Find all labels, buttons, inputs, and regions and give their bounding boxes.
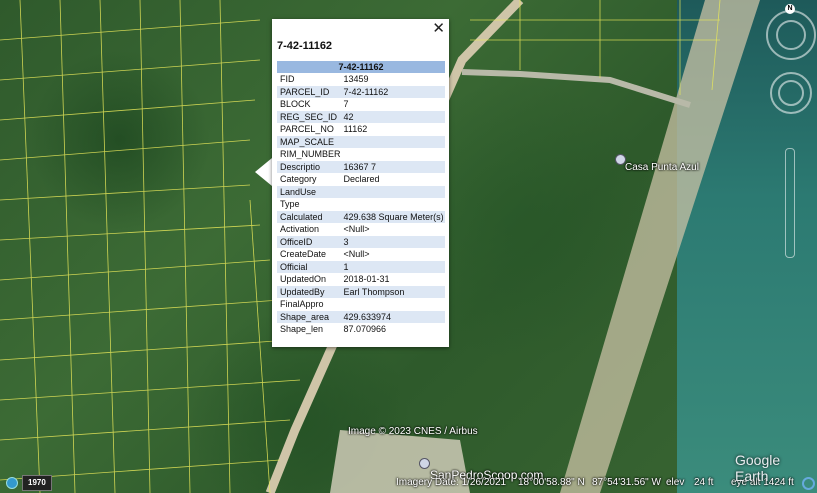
attribute-value: 2018-01-31 [343, 274, 390, 285]
attribute-row: OfficeID 3 [277, 235, 445, 248]
attribute-row: REG_SEC_ID 42 [277, 110, 445, 123]
popup-tail [255, 158, 272, 186]
attribute-row: Activation <Null> [277, 223, 445, 236]
image-credit: Image © 2023 CNES / Airbus [348, 426, 478, 437]
attribute-key: Shape_len [280, 324, 324, 335]
attribute-value: 429.638 Square Meter(s) [340, 210, 445, 223]
attribute-row: Calculated 429.638 Square Meter(s) [277, 210, 445, 223]
attribute-row: Category Declared [277, 173, 445, 186]
attribute-key: UpdatedBy [277, 285, 341, 298]
attribute-value [340, 135, 445, 148]
scoop-pin-icon[interactable] [419, 458, 430, 469]
attribute-value: 3 [340, 235, 445, 248]
attribute-key: RIM_NUMBER [280, 149, 341, 160]
zoom-slider[interactable] [785, 148, 795, 258]
attribute-value: 7-42-11162 [340, 85, 445, 98]
attribute-value: Earl Thompson [340, 285, 445, 298]
attribute-key: Descriptio [277, 160, 341, 173]
attribute-value: <Null> [343, 224, 370, 235]
casa-label[interactable]: Casa Punta Azul [625, 162, 699, 173]
attribute-value: 1 [340, 260, 445, 273]
attribute-key: BLOCK [280, 99, 311, 110]
attribute-key: Category [280, 174, 317, 185]
attribute-row: PARCEL_ID 7-42-11162 [277, 85, 445, 98]
attribute-row: PARCEL_NO 11162 [277, 123, 445, 136]
attribute-row: CreateDate <Null> [277, 248, 445, 261]
attribute-key: MAP_SCALE [277, 135, 341, 148]
attribute-value: <Null> [343, 249, 370, 260]
attribute-row: Official 1 [277, 260, 445, 273]
attribute-row: Descriptio 16367 7 [277, 160, 445, 173]
longitude: 87°54'31.56" W [592, 477, 661, 488]
year-indicator[interactable]: 1970 [22, 475, 52, 491]
attribute-row: UpdatedOn 2018-01-31 [277, 273, 445, 286]
attribute-key: FinalAppro [280, 299, 324, 310]
attribute-table: 7-42-11162 FID 13459 PARCEL_ID 7-42-11162 BL… [277, 61, 445, 336]
attribute-row: BLOCK 7 [277, 98, 445, 111]
elevation-label: elev [666, 477, 685, 488]
elevation-value: 24 ft [694, 477, 714, 488]
attribute-key: Calculated [277, 210, 341, 223]
attribute-key: UpdatedOn [280, 274, 327, 285]
google-earth-logo: Google Earth [735, 452, 781, 484]
attribute-value: 16367 7 [340, 160, 445, 173]
attribute-row: Shape_len 87.070966 [277, 323, 445, 336]
attribute-row: MAP_SCALE [277, 135, 445, 148]
attribute-row: LandUse [277, 185, 445, 198]
attribute-row: UpdatedBy Earl Thompson [277, 285, 445, 298]
attribute-key: Official [277, 260, 341, 273]
attribute-value [340, 185, 445, 198]
attribute-key: LandUse [277, 185, 341, 198]
attribute-key: REG_SEC_ID [277, 110, 341, 123]
attribute-key: CreateDate [280, 249, 327, 260]
street-view-icon[interactable] [778, 80, 804, 106]
parcel-popup: ✕ 7-42-11162 7-42-11162 FID 13459 PARCEL_I… [272, 19, 449, 347]
imagery-date: Imagery Date: 1/26/2021 [396, 477, 507, 488]
attribute-row: RIM_NUMBER [277, 148, 445, 161]
attribute-table-header: 7-42-11162 [277, 61, 445, 73]
attribute-value: 42 [340, 110, 445, 123]
attribute-key: PARCEL_NO [280, 124, 334, 135]
attribute-value [341, 298, 445, 311]
attribute-value: 13459 [343, 74, 369, 85]
attribute-value: 429.633974 [340, 310, 445, 323]
attribute-key: Type [280, 199, 300, 210]
latitude: 18°00'58.88" N [518, 477, 585, 488]
attribute-value: 11162 [343, 124, 368, 135]
attribute-value: Declared [343, 174, 380, 185]
attribute-value: 87.070966 [343, 324, 387, 335]
north-indicator-icon[interactable]: N [785, 4, 795, 14]
attribute-key: OfficeID [277, 235, 341, 248]
close-button[interactable]: ✕ [432, 21, 445, 36]
attribute-row: FID 13459 [277, 73, 445, 86]
attribute-value [341, 198, 445, 211]
attribute-row: Shape_area 429.633974 [277, 310, 445, 323]
attribute-value: 7 [343, 99, 349, 110]
attribute-row: Type [277, 198, 445, 211]
attribute-key: Shape_area [277, 310, 341, 323]
attribute-key: Activation [280, 224, 320, 235]
attribute-row: FinalAppro [277, 298, 445, 311]
look-center-icon[interactable] [776, 20, 806, 50]
attribute-key: PARCEL_ID [277, 85, 341, 98]
attribute-value [341, 148, 445, 161]
attribute-key: FID [280, 74, 295, 85]
popup-title: 7-42-11162 [277, 40, 333, 52]
historical-imagery-icon[interactable] [6, 477, 18, 489]
